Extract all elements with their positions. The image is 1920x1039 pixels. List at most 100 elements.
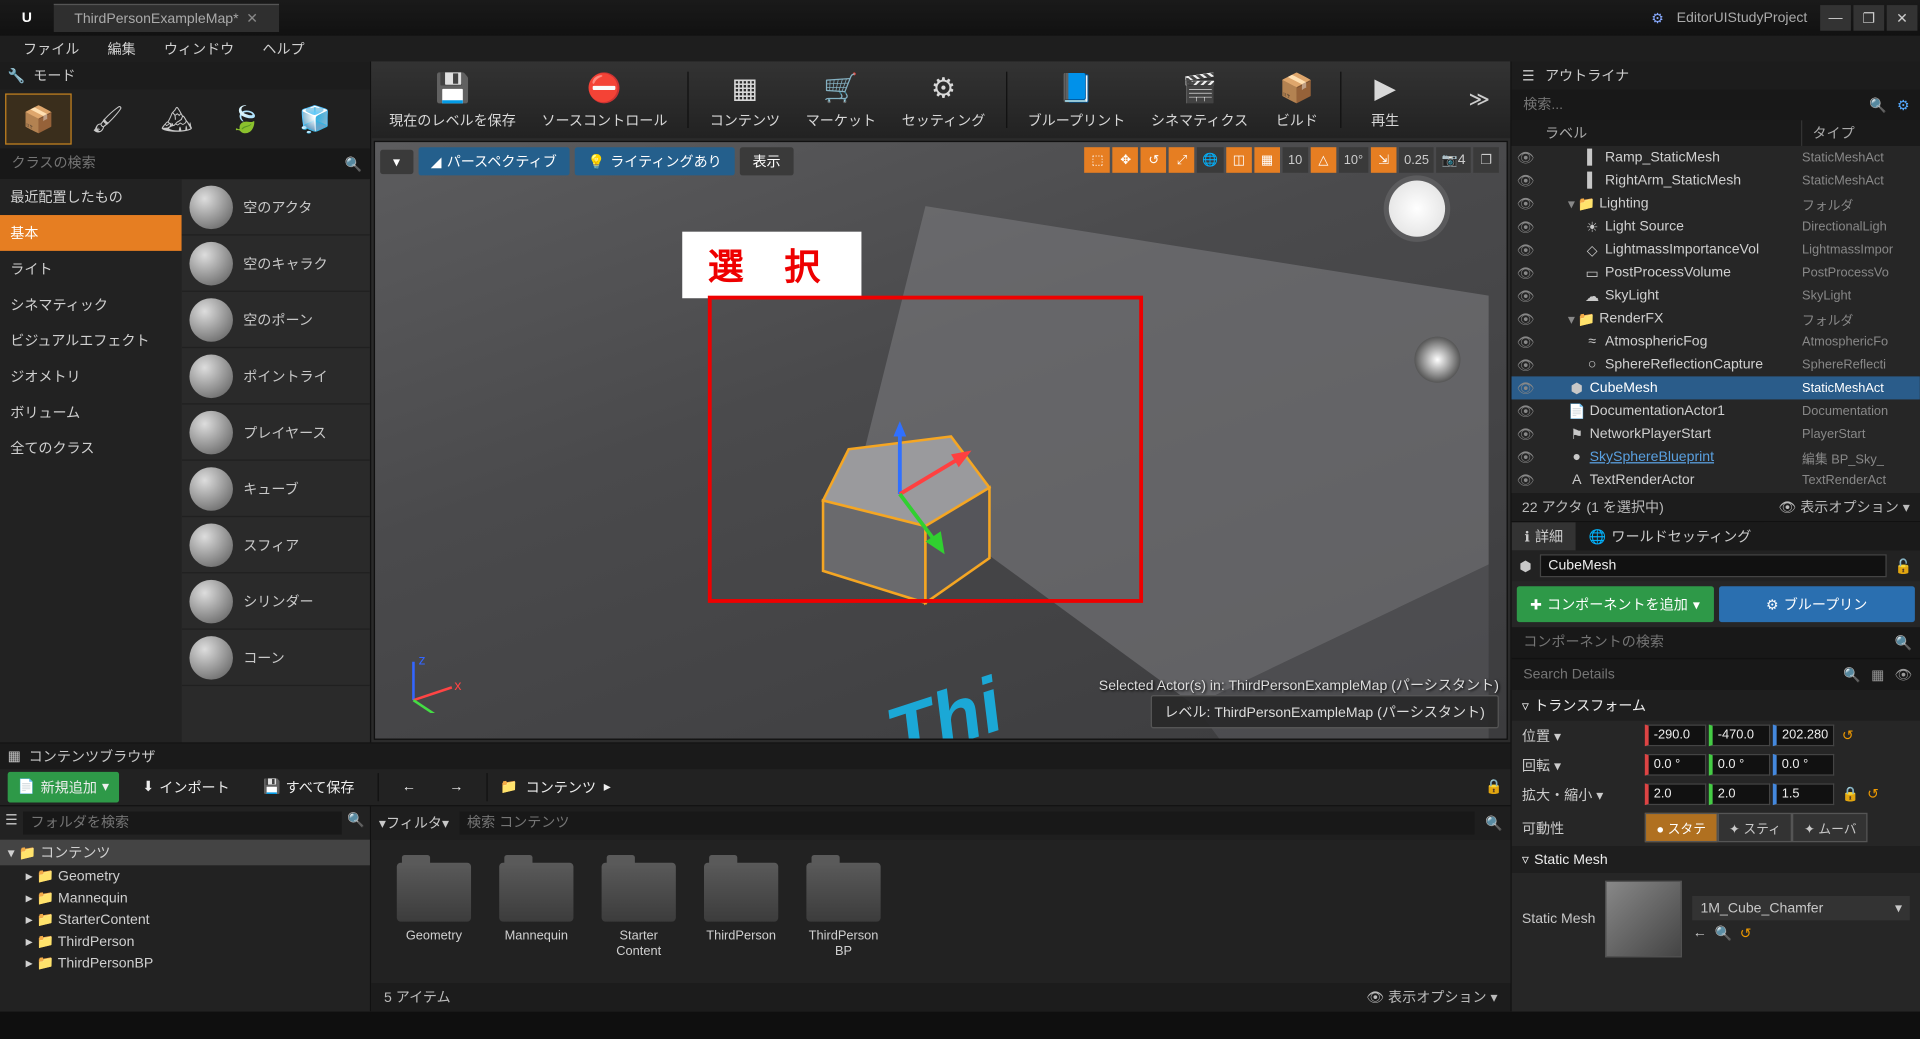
import-button[interactable]: ⬇ インポート — [132, 772, 240, 803]
category-item[interactable]: シネマティック — [0, 287, 182, 323]
placeable-actor[interactable]: スフィア — [182, 517, 370, 573]
location-z-input[interactable] — [1773, 724, 1834, 746]
visibility-icon[interactable]: 👁 — [1517, 264, 1537, 281]
visibility-icon[interactable]: 👁 — [1517, 449, 1537, 466]
outliner-row[interactable]: 👁◇LightmassImportanceVolLightmassImpor — [1512, 238, 1920, 261]
tree-item[interactable]: ▾ 📁 コンテンツ — [0, 840, 370, 866]
outliner-view-options[interactable]: 👁 表示オプション ▾ — [1778, 497, 1909, 517]
location-x-input[interactable] — [1645, 724, 1706, 746]
placeable-actor[interactable]: シリンダー — [182, 573, 370, 629]
placeable-actor[interactable]: 空のキャラク — [182, 236, 370, 292]
component-search-input[interactable] — [1516, 631, 1891, 654]
reset-icon[interactable]: ↺ — [1842, 727, 1854, 744]
outliner-row[interactable]: 👁▾📁Lightingフォルダ — [1512, 192, 1920, 215]
visibility-icon[interactable]: 👁 — [1517, 310, 1537, 327]
close-button[interactable]: ✕ — [1887, 5, 1918, 31]
class-search-input[interactable] — [4, 152, 341, 175]
outliner-row[interactable]: 👁ATextRenderActorTextRenderAct — [1512, 468, 1920, 491]
visibility-icon[interactable]: 👁 — [1517, 172, 1537, 189]
path-breadcrumb[interactable]: 📁 コンテンツ ▸ — [500, 777, 610, 797]
outliner-header[interactable]: ☰ アウトライナ — [1512, 61, 1920, 89]
outliner-row[interactable]: 👁▾📁RenderFXフォルダ — [1512, 307, 1920, 330]
reset-icon[interactable]: ↺ — [1740, 925, 1752, 942]
folder-item[interactable]: ThirdPerson — [701, 863, 780, 945]
minimize-button[interactable]: — — [1820, 5, 1851, 31]
scale-z-input[interactable] — [1773, 783, 1834, 805]
outliner-row[interactable]: 👁☀Light SourceDirectionalLigh — [1512, 215, 1920, 238]
toolbar-button[interactable]: 🛒マーケット — [795, 67, 886, 134]
place-mode-button[interactable]: 📦 — [5, 93, 72, 144]
transform-category[interactable]: ▿ トランスフォーム — [1512, 690, 1920, 721]
level-tab[interactable]: ThirdPersonExampleMap* ✕ — [54, 4, 279, 32]
folder-item[interactable]: Mannequin — [497, 863, 576, 945]
details-tab[interactable]: ℹ 詳細 — [1512, 522, 1576, 550]
outliner-row[interactable]: 👁▌RightArm_StaticMeshStaticMeshAct — [1512, 169, 1920, 192]
outliner-row[interactable]: 👁●SkySphereBlueprint編集 BP_Sky_ — [1512, 445, 1920, 468]
add-new-button[interactable]: 📄 新規追加 ▾ — [8, 772, 120, 803]
toolbar-button[interactable]: 💾現在のレベルを保存 — [379, 67, 526, 134]
placeable-actor[interactable]: キューブ — [182, 461, 370, 517]
save-all-button[interactable]: 💾 すべて保存 — [253, 772, 365, 803]
reset-icon[interactable]: ↺ — [1867, 786, 1879, 803]
actor-name-input[interactable] — [1539, 554, 1887, 577]
viewport[interactable]: ▾ ◢ パースペクティブ 💡 ライティングあり 表示 ⬚ ✥ ↺ ⤢ 🌐 ◫ ▦… — [374, 141, 1508, 740]
placeable-actor[interactable]: 空のアクタ — [182, 179, 370, 235]
menu-item[interactable]: ウィンドウ — [151, 36, 247, 62]
category-item[interactable]: ライト — [0, 251, 182, 287]
toolbar-button[interactable]: ▶再生 — [1352, 67, 1419, 134]
toolbar-overflow-button[interactable]: ≫ — [1456, 87, 1503, 113]
world-settings-tab[interactable]: 🌐 ワールドセッティング — [1576, 522, 1764, 550]
filter-icon[interactable]: ⚙ — [1891, 97, 1917, 114]
placeable-actor[interactable]: ポイントライ — [182, 348, 370, 404]
outliner-col-label[interactable]: ラベル — [1535, 120, 1803, 146]
outliner-row[interactable]: 👁⚑NetworkPlayerStartPlayerStart — [1512, 422, 1920, 445]
visibility-icon[interactable]: 👁 — [1517, 195, 1537, 212]
location-y-input[interactable] — [1709, 724, 1770, 746]
visibility-icon[interactable]: 👁 — [1517, 241, 1537, 258]
outliner-row[interactable]: 👁▭PostProcessVolumePostProcessVo — [1512, 261, 1920, 284]
mobility-option[interactable]: ✦ ムーバ — [1793, 813, 1869, 842]
outliner-row[interactable]: 👁⬢CubeMeshStaticMeshAct — [1512, 376, 1920, 399]
toolbar-button[interactable]: 🎬シネマティクス — [1141, 67, 1259, 134]
outliner-row[interactable]: 👁≈AtmosphericFogAtmosphericFo — [1512, 330, 1920, 353]
toolbar-button[interactable]: 📦ビルド — [1264, 67, 1331, 134]
landscape-mode-button[interactable]: 🏔 — [143, 93, 210, 144]
geometry-mode-button[interactable]: 🧊 — [282, 93, 349, 144]
mesh-asset-picker[interactable]: 1M_Cube_Chamfer▾ — [1693, 896, 1910, 920]
visibility-icon[interactable]: 👁 — [1517, 287, 1537, 304]
tree-item[interactable]: ▸ 📁 ThirdPersonBP — [0, 952, 370, 974]
folder-item[interactable]: ThirdPersonBP — [804, 863, 883, 960]
toolbar-button[interactable]: ⚙セッティング — [891, 67, 995, 134]
lock-scale-icon[interactable]: 🔒 — [1842, 786, 1860, 803]
rotation-z-input[interactable] — [1773, 754, 1834, 776]
visibility-icon[interactable]: 👁 — [1517, 149, 1537, 166]
category-item[interactable]: 全てのクラス — [0, 430, 182, 466]
visibility-icon[interactable]: 👁 — [1517, 472, 1537, 489]
lock-icon[interactable]: 🔒 — [1485, 779, 1503, 796]
category-item[interactable]: ボリューム — [0, 394, 182, 430]
tree-item[interactable]: ▸ 📁 ThirdPerson — [0, 931, 370, 953]
rotation-x-input[interactable] — [1645, 754, 1706, 776]
visibility-icon[interactable]: 👁 — [1517, 356, 1537, 373]
browse-icon[interactable]: 🔓 — [1895, 557, 1913, 574]
filters-button[interactable]: ▾フィルタ▾ — [379, 813, 449, 833]
folder-search-input[interactable] — [23, 812, 342, 835]
sources-toggle-icon[interactable]: ☰ — [5, 812, 18, 835]
toolbar-button[interactable]: ⛔ソースコントロール — [531, 67, 678, 134]
category-item[interactable]: ジオメトリ — [0, 358, 182, 394]
menu-item[interactable]: 編集 — [95, 36, 149, 62]
modes-panel-header[interactable]: 🔧 モード — [0, 61, 370, 89]
placeable-actor[interactable]: コーン — [182, 630, 370, 686]
expand-icon[interactable]: ▾ — [1568, 310, 1575, 327]
tree-item[interactable]: ▸ 📁 StarterContent — [0, 909, 370, 931]
visibility-icon[interactable]: 👁 — [1517, 333, 1537, 350]
content-browser-header[interactable]: ▦ コンテンツブラウザ — [0, 744, 1510, 770]
expand-icon[interactable]: ▾ — [1568, 195, 1575, 212]
outliner-row[interactable]: 👁📄DocumentationActor1Documentation — [1512, 399, 1920, 422]
maximize-button[interactable]: ❐ — [1853, 5, 1884, 31]
visibility-icon[interactable]: 👁 — [1517, 403, 1537, 420]
folder-item[interactable]: StarterContent — [599, 863, 678, 960]
mobility-option[interactable]: ✦ スティ — [1718, 813, 1793, 842]
mesh-thumbnail[interactable] — [1606, 881, 1683, 958]
browse-to-icon[interactable]: 🔍 — [1715, 925, 1733, 942]
